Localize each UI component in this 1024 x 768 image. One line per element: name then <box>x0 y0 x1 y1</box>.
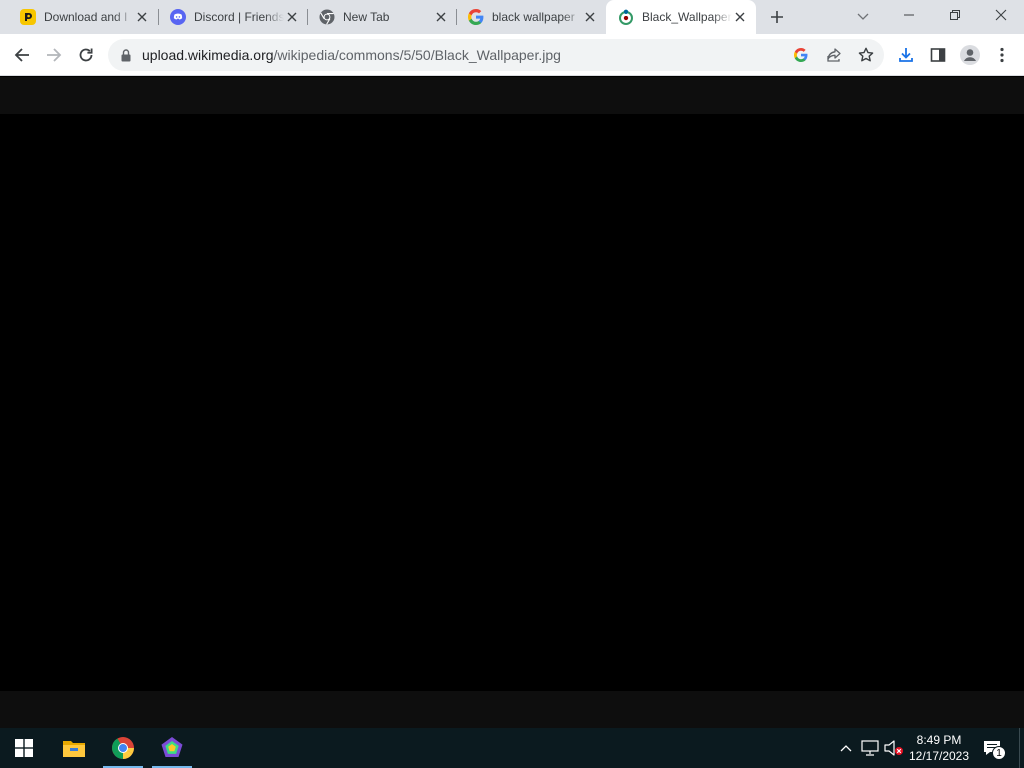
side-panel-icon <box>930 48 946 62</box>
url-host: upload.wikimedia.org <box>142 47 274 63</box>
share-icon[interactable] <box>822 43 846 67</box>
url-path: /wikipedia/commons/5/50/Black_Wallpaper.… <box>273 47 561 63</box>
start-button[interactable] <box>0 728 48 768</box>
chrome-taskbar-button[interactable] <box>99 728 147 768</box>
downloads-button[interactable] <box>890 39 922 71</box>
app-icon <box>161 737 183 757</box>
file-explorer-button[interactable] <box>50 728 98 768</box>
app-taskbar-button[interactable] <box>148 728 196 768</box>
minimize-icon <box>904 14 914 16</box>
close-tab-icon[interactable] <box>134 9 150 25</box>
close-icon <box>995 9 1007 21</box>
file-explorer-icon <box>63 741 85 757</box>
network-icon <box>861 740 879 756</box>
tab-google-search[interactable]: black wallpaper <box>456 0 606 34</box>
more-vert-icon <box>1000 47 1004 63</box>
wikimedia-icon <box>618 9 634 25</box>
tab-search-button[interactable] <box>852 6 874 28</box>
restore-icon <box>950 10 960 20</box>
lock-icon[interactable] <box>118 47 134 63</box>
bookmark-star-icon[interactable] <box>854 43 878 67</box>
plus-icon <box>771 11 783 23</box>
clock-time: 8:49 PM <box>916 733 962 747</box>
tab-title: black wallpaper <box>492 10 575 24</box>
tab-new-tab[interactable]: New Tab <box>307 0 457 34</box>
browser-toolbar: upload.wikimedia.org/wikipedia/commons/5… <box>0 34 1024 76</box>
volume-muted-icon <box>884 740 903 756</box>
chrome-icon <box>319 9 335 25</box>
chrome-menu-button[interactable] <box>986 39 1018 71</box>
windows-taskbar: 8:49 PM 12/17/2023 1 <box>0 728 1024 768</box>
google-translate-icon[interactable] <box>789 43 813 67</box>
close-tab-icon[interactable] <box>582 9 598 25</box>
side-panel-button[interactable] <box>922 39 954 71</box>
chrome-icon <box>112 737 134 759</box>
chevron-down-icon <box>857 13 869 20</box>
close-tab-icon[interactable] <box>732 9 748 25</box>
tab-discord[interactable]: Discord | Friends <box>158 0 308 34</box>
profile-avatar-icon <box>960 45 980 65</box>
chevron-up-icon <box>840 745 852 752</box>
close-window-button[interactable] <box>978 0 1024 30</box>
url-text[interactable]: upload.wikimedia.org/wikipedia/commons/5… <box>142 47 561 63</box>
tab-title: Download and I <box>44 10 128 24</box>
show-desktop-button[interactable] <box>1019 728 1024 768</box>
discord-icon <box>170 9 186 25</box>
reload-button[interactable] <box>70 39 102 71</box>
tab-title: New Tab <box>343 10 390 24</box>
volume-muted-button[interactable] <box>884 738 904 758</box>
back-arrow-icon <box>14 48 29 62</box>
image-viewer <box>0 77 1024 728</box>
close-tab-icon[interactable] <box>284 9 300 25</box>
reload-icon <box>79 48 93 62</box>
minimize-button[interactable] <box>886 0 932 30</box>
new-tab-button[interactable] <box>766 6 788 28</box>
network-button[interactable] <box>860 738 880 758</box>
clock-date: 12/17/2023 <box>908 749 970 763</box>
yellow-app-icon <box>20 9 36 25</box>
system-clock[interactable]: 8:49 PM 12/17/2023 <box>904 732 974 764</box>
google-icon <box>468 9 484 25</box>
tab-strip: Download and I Discord | Friends New Tab <box>0 0 1024 34</box>
profile-button[interactable] <box>954 39 986 71</box>
download-icon <box>899 48 913 62</box>
tab-title: Discord | Friends <box>194 10 284 24</box>
tab-title: Black_Wallpaper <box>642 10 732 24</box>
action-center-button[interactable]: 1 <box>980 736 1006 760</box>
tab-download[interactable]: Download and I <box>8 0 158 34</box>
back-button[interactable] <box>6 39 38 71</box>
tab-black-wallpaper[interactable]: Black_Wallpaper <box>606 0 756 34</box>
close-tab-icon[interactable] <box>433 9 449 25</box>
forward-button[interactable] <box>38 39 70 71</box>
restore-button[interactable] <box>932 0 978 30</box>
show-hidden-icons-button[interactable] <box>836 738 856 758</box>
black-wallpaper-image[interactable] <box>0 114 1024 691</box>
notification-count-badge: 1 <box>992 746 1006 760</box>
forward-arrow-icon <box>47 48 62 62</box>
windows-start-icon <box>15 739 33 757</box>
address-bar[interactable]: upload.wikimedia.org/wikipedia/commons/5… <box>108 39 884 71</box>
